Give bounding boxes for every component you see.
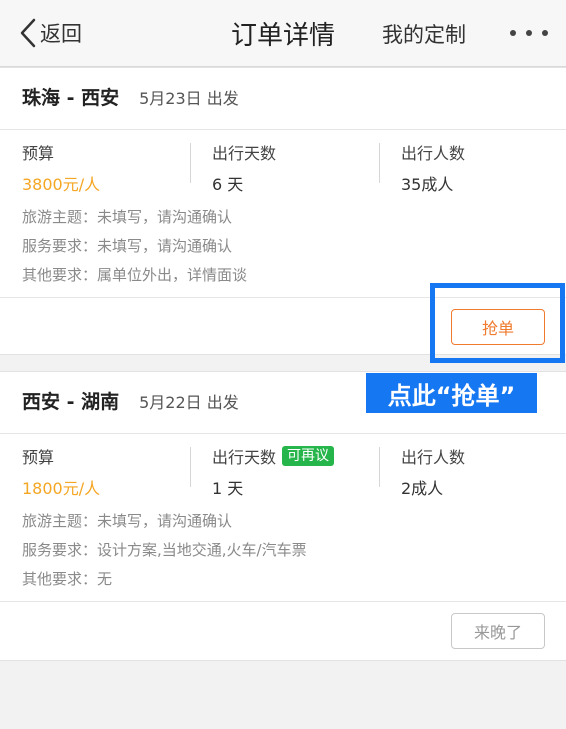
budget-label: 预算 <box>22 448 55 467</box>
service-requirement: 服务要求：未填写，请沟通确认 <box>22 237 233 255</box>
days-stat: 出行天数 6 天 <box>212 140 276 195</box>
service-requirement: 服务要求：设计方案,当地交通,火车/汽车票 <box>22 541 307 559</box>
divider <box>0 433 566 434</box>
divider <box>0 601 566 602</box>
column-separator <box>379 447 380 487</box>
highlight-frame <box>430 283 565 363</box>
other-requirement: 其他要求：属单位外出，详情面谈 <box>22 266 248 284</box>
travel-theme: 旅游主题：未填写，请沟通确认 <box>22 208 233 226</box>
days-value: 6 天 <box>212 175 244 194</box>
budget-stat: 预算 3800元/人 <box>22 140 100 195</box>
other-requirement: 其他要求：无 <box>22 570 113 588</box>
budget-label: 预算 <box>22 144 55 163</box>
negotiable-badge: 可再议 <box>282 446 335 466</box>
order-route: 珠海 - 西安 <box>22 87 120 109</box>
people-stat: 出行人数 2成人 <box>401 444 465 499</box>
people-label: 出行人数 <box>401 448 466 467</box>
days-label-text: 出行天数 <box>212 448 277 467</box>
budget-value: 3800元/人 <box>22 175 101 194</box>
nav-bar: 返回 订单详情 我的定制 <box>0 0 566 67</box>
days-stat: 出行天数 可再议 1 天 <box>212 444 335 499</box>
column-separator <box>379 143 380 183</box>
chevron-left-icon <box>20 18 36 48</box>
people-value: 35成人 <box>401 175 454 194</box>
budget-value: 1800元/人 <box>22 479 101 498</box>
my-custom-link[interactable]: 我的定制 <box>382 19 466 49</box>
column-separator <box>190 447 191 487</box>
more-dots-icon[interactable] <box>510 30 548 38</box>
order-route: 西安 - 湖南 <box>22 391 120 413</box>
people-label: 出行人数 <box>401 144 466 163</box>
order-date: 5月22日 出发 <box>139 393 239 412</box>
callout-label: 点此“抢单” <box>366 373 537 413</box>
divider <box>0 129 566 130</box>
people-value: 2成人 <box>401 479 444 498</box>
days-value: 1 天 <box>212 479 244 498</box>
back-button[interactable]: 返回 <box>20 17 82 49</box>
days-label-text: 出行天数 <box>212 144 277 163</box>
travel-theme: 旅游主题：未填写，请沟通确认 <box>22 512 233 530</box>
days-label: 出行天数 可再议 <box>212 444 335 468</box>
back-label: 返回 <box>40 22 82 46</box>
too-late-button[interactable]: 来晚了 <box>451 613 545 649</box>
page-title: 订单详情 <box>230 21 335 51</box>
order-card: 西安 - 湖南 5月22日 出发 预算 1800元/人 出行天数 可再议 1 天… <box>0 371 566 661</box>
column-separator <box>190 143 191 183</box>
days-label: 出行天数 <box>212 140 276 164</box>
order-date: 5月23日 出发 <box>139 89 239 108</box>
people-stat: 出行人数 35成人 <box>401 140 465 195</box>
budget-stat: 预算 1800元/人 <box>22 444 100 499</box>
